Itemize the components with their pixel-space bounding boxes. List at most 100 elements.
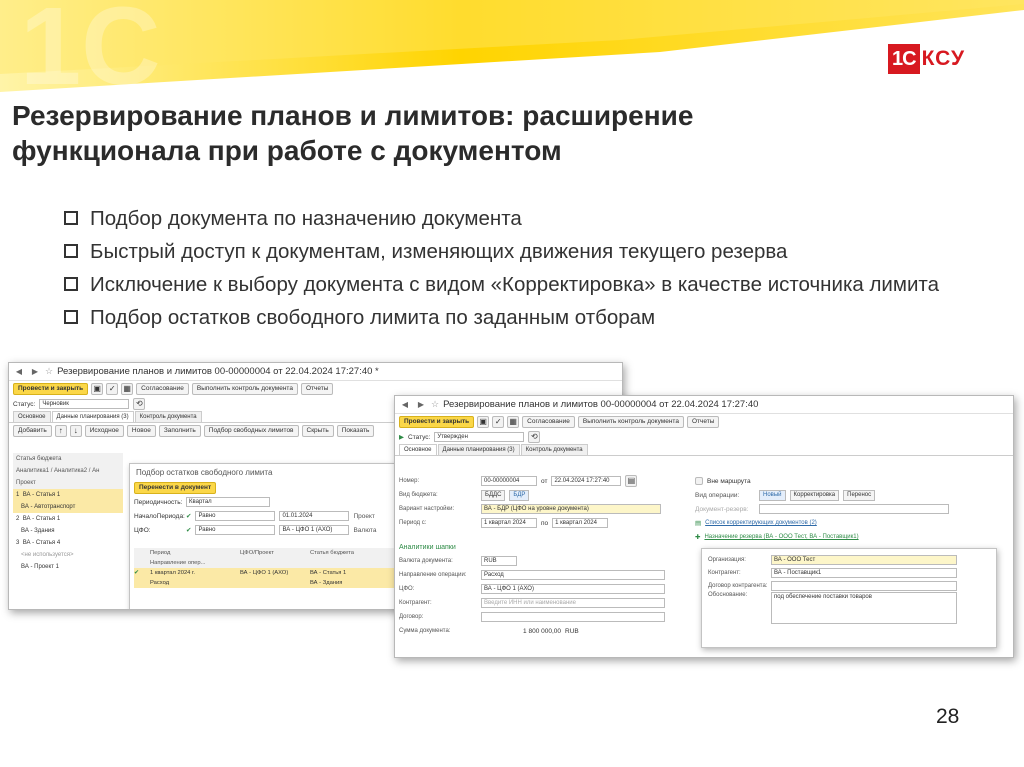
grid-row[interactable]: Расход ВА - Здания: [134, 578, 400, 588]
transfer-to-document-button[interactable]: Перенести в документ: [134, 482, 217, 494]
op-transfer-button[interactable]: Перенос: [843, 489, 876, 501]
table-row[interactable]: ВА - Здания: [13, 525, 123, 537]
counterparty-field[interactable]: Введите ИНН или наименование: [481, 598, 665, 608]
variant-field[interactable]: ВА - БДР (ЦФО на уровне документа): [481, 504, 661, 514]
history-icon[interactable]: ⟲: [133, 398, 146, 410]
checkbox-bullet-icon: [64, 211, 78, 225]
check-icon[interactable]: ✔: [186, 512, 191, 520]
number-row: Номер: 00-00000004 от 22.04.2024 17:27:4…: [395, 474, 695, 488]
cfo-field[interactable]: ВА - ЦФО 1 (АХО): [481, 584, 665, 594]
add-row-button[interactable]: Добавить: [13, 425, 52, 437]
period-start-value[interactable]: 01.01.2024: [279, 511, 350, 521]
date-field[interactable]: 22.04.2024 17:27:40: [551, 476, 622, 486]
periodicity-field[interactable]: Квартал: [186, 497, 270, 507]
run-control-button[interactable]: Выполнить контроль документа: [191, 383, 298, 395]
approval-button[interactable]: Согласование: [136, 383, 189, 395]
table-icon[interactable]: ▦: [121, 383, 134, 395]
post-icon[interactable]: ✓: [492, 416, 505, 428]
bullet-item: Быстрый доступ к документам, изменяющих …: [62, 239, 1002, 264]
table-row[interactable]: <не используется>: [13, 549, 123, 561]
tab-planning-data[interactable]: Данные планирования (3): [437, 444, 520, 455]
contract-field[interactable]: [771, 580, 957, 591]
favorite-star-icon[interactable]: ☆: [431, 399, 439, 410]
status-field[interactable]: Черновик: [39, 399, 130, 409]
history-icon[interactable]: ⟲: [528, 431, 541, 443]
organization-field[interactable]: ВА - ООО Тест: [771, 554, 957, 565]
show-button[interactable]: Показать: [336, 425, 375, 437]
date-from-label: от: [541, 477, 548, 485]
counterparty-field[interactable]: ВА - Поставщик1: [771, 567, 957, 578]
move-up-icon[interactable]: ↑: [54, 425, 67, 437]
approval-button[interactable]: Согласование: [522, 416, 575, 428]
run-control-button[interactable]: Выполнить контроль документа: [577, 416, 684, 428]
tab-main[interactable]: Основное: [13, 411, 51, 422]
table-row[interactable]: 2 ВА - Статья 1: [13, 513, 123, 525]
period-from-field[interactable]: 1 квартал 2024: [481, 518, 537, 528]
period-start-condition[interactable]: Равно: [195, 511, 276, 521]
check-icon[interactable]: ✔: [186, 526, 191, 534]
reports-button[interactable]: Отчеты: [686, 416, 720, 428]
table-row[interactable]: 1 ВА - Статья 1: [13, 489, 123, 501]
status-field[interactable]: Утвержден: [434, 432, 525, 442]
status-row: ▶ Статус: Утвержден ⟲: [395, 430, 1013, 444]
table-row[interactable]: ВА - Проект 1: [13, 561, 123, 573]
tab-planning-data[interactable]: Данные планирования (3): [51, 411, 134, 422]
basis-field[interactable]: под обеспечение поставки товаров: [771, 592, 957, 624]
source-button[interactable]: Исходное: [84, 425, 124, 437]
window-title-bar: ◀ ▶ ☆ Резервирование планов и лимитов 00…: [9, 363, 622, 381]
number-label: Номер:: [399, 478, 420, 484]
pick-free-limits-button[interactable]: Подбор свободных лимитов: [203, 425, 299, 437]
favorite-star-icon[interactable]: ☆: [45, 366, 53, 377]
back-arrow-icon[interactable]: ◀: [399, 400, 411, 410]
direction-field[interactable]: Расход: [481, 570, 665, 580]
back-arrow-icon[interactable]: ◀: [13, 367, 25, 377]
tab-main[interactable]: Основное: [399, 444, 437, 455]
reserve-doc-field[interactable]: [759, 504, 949, 514]
out-of-route-checkbox[interactable]: [695, 477, 703, 485]
post-and-close-button[interactable]: Провести и закрыть: [399, 416, 475, 428]
bdds-button[interactable]: БДДС: [481, 489, 506, 501]
grid-row[interactable]: ✔ 1 квартал 2024 г. ВА - ЦФО 1 (АХО) ВА …: [134, 568, 400, 578]
table-subheader: Проект: [13, 477, 123, 489]
cfo-label: ЦФО:: [399, 586, 415, 592]
tab-document-control[interactable]: Контроль документа: [134, 411, 202, 422]
cfo-value[interactable]: ВА - ЦФО 1 (АХО): [279, 525, 350, 535]
grid-cell: 1 квартал 2024 г.: [150, 570, 196, 576]
op-correction-button[interactable]: Корректировка: [789, 489, 840, 501]
hide-button[interactable]: Скрыть: [301, 425, 334, 437]
number-field[interactable]: 00-00000004: [481, 476, 537, 486]
cfo-condition[interactable]: Равно: [195, 525, 276, 535]
new-button[interactable]: Новое: [126, 425, 156, 437]
row-number: 3: [16, 540, 20, 546]
main-form: Номер: 00-00000004 от 22.04.2024 17:27:4…: [395, 474, 695, 638]
table-row[interactable]: ВА - Автотранспорт: [13, 501, 123, 513]
post-icon[interactable]: ✓: [106, 383, 119, 395]
reports-button[interactable]: Отчеты: [300, 383, 334, 395]
calendar-icon[interactable]: ▤: [625, 475, 638, 487]
corrections-list-link[interactable]: Список корректирующих документов (2): [705, 520, 817, 526]
move-down-icon[interactable]: ↓: [69, 425, 82, 437]
post-and-close-button[interactable]: Провести и закрыть: [13, 383, 89, 395]
tab-document-control[interactable]: Контроль документа: [520, 444, 588, 455]
contract-field[interactable]: [481, 612, 665, 622]
table-row[interactable]: 3 ВА - Статья 4: [13, 537, 123, 549]
forward-arrow-icon[interactable]: ▶: [29, 367, 41, 377]
bullet-item: Подбор остатков свободного лимита по зад…: [62, 305, 1002, 330]
grid-cell: ВА - Здания: [310, 580, 343, 586]
fill-button[interactable]: Заполнить: [158, 425, 201, 437]
bullet-text: Подбор документа по назначению документа: [90, 207, 522, 230]
table-icon[interactable]: ▦: [507, 416, 520, 428]
bullet-text: Подбор остатков свободного лимита по зад…: [90, 306, 656, 329]
save-icon[interactable]: ▣: [91, 383, 104, 395]
op-new-button[interactable]: Новый: [759, 489, 786, 501]
save-icon[interactable]: ▣: [477, 416, 490, 428]
bdr-button[interactable]: БДР: [509, 489, 530, 501]
row-text: ВА - Статья 4: [22, 540, 61, 546]
reserve-purpose-link[interactable]: Назначение резерва (ВА - ООО Тест, ВА - …: [704, 534, 858, 540]
organization-label: Организация:: [708, 556, 746, 563]
currency-field[interactable]: RUB: [481, 556, 517, 566]
check-icon[interactable]: ✔: [134, 568, 150, 578]
period-to-field[interactable]: 1 квартал 2024: [552, 518, 609, 528]
forward-arrow-icon[interactable]: ▶: [415, 400, 427, 410]
amount-label: Сумма документа:: [399, 628, 451, 634]
